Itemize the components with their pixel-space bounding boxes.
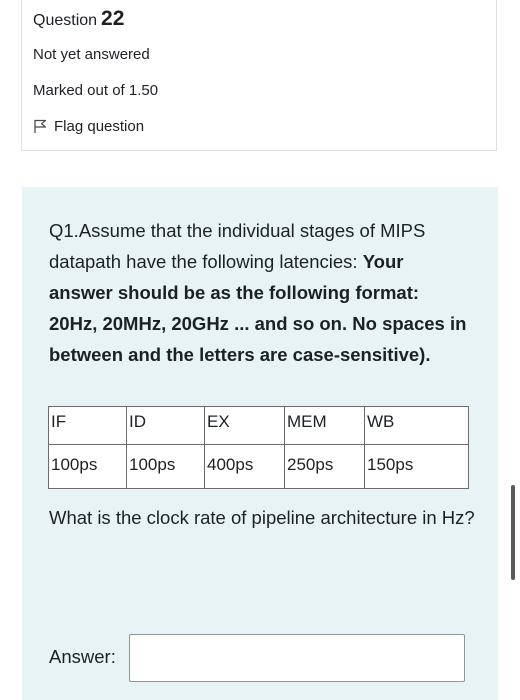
answer-label: Answer: — [49, 646, 116, 667]
flag-question-link[interactable]: Flag question — [33, 118, 144, 135]
stage-header: MEM — [284, 406, 365, 445]
question-state: Not yet answered — [33, 46, 150, 63]
question-info-panel: Question 22 Not yet answered Marked out o… — [21, 0, 497, 151]
question-number: 22 — [101, 7, 125, 30]
stage-latency: 100ps — [48, 444, 127, 489]
question-content: Q1.Assume that the individual stages of … — [22, 187, 498, 700]
question-grade: Marked out of 1.50 — [33, 82, 159, 99]
answer-input[interactable] — [129, 634, 465, 682]
question-text: Q1.Assume that the individual stages of … — [49, 215, 469, 370]
stage-latency: 250ps — [284, 444, 365, 489]
stage-latency: 400ps — [204, 444, 285, 489]
flag-question-label: Flag question — [54, 118, 145, 135]
question-label: Question — [33, 12, 98, 29]
latency-header-row: IF ID EX MEM WB — [48, 406, 469, 445]
stage-latency: 150ps — [364, 444, 469, 489]
stage-header: WB — [364, 406, 469, 445]
stage-header: ID — [126, 406, 205, 445]
page-scrollbar[interactable] — [511, 485, 515, 580]
question-number-heading: Question 22 — [33, 7, 124, 31]
question-prompt: What is the clock rate of pipeline archi… — [49, 507, 475, 528]
latency-table: IF ID EX MEM WB 100ps 100ps 400ps 250ps … — [48, 406, 469, 489]
stage-latency: 100ps — [126, 444, 205, 489]
flag-outline-icon — [34, 119, 47, 133]
stage-header: EX — [204, 406, 285, 445]
latency-value-row: 100ps 100ps 400ps 250ps 150ps — [48, 444, 469, 489]
stage-header: IF — [48, 406, 127, 445]
